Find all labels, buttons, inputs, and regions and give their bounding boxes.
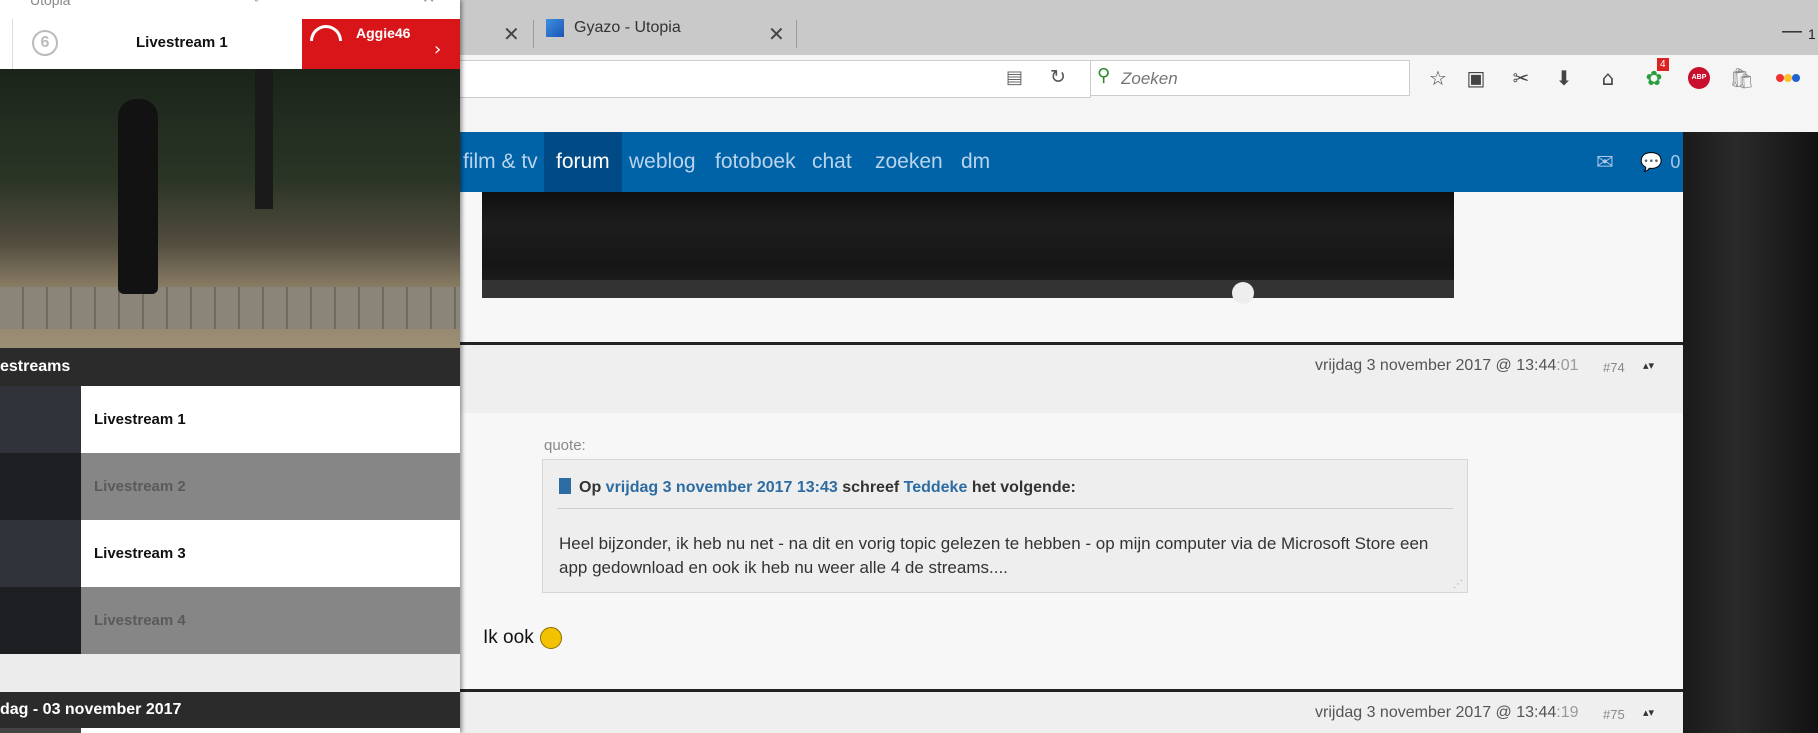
date-header-text: dag - 03 november 2017	[0, 701, 182, 718]
app-header: Utopia ⤢ ☐ ✕ 6 Livestream 1 Aggie46 ›	[0, 0, 460, 69]
video-scene-wall	[0, 287, 460, 329]
post-header: vrijdag 3 november 2017 @ 13:44:19 #75 ▴…	[440, 692, 1683, 733]
address-bar[interactable]: ▤ ↻	[440, 60, 1091, 98]
device-icon	[559, 478, 571, 494]
stream-label: Livestream 4	[94, 612, 186, 629]
nav-zoeken[interactable]: zoeken	[875, 132, 943, 192]
comments-link[interactable]: 💬 0	[1640, 132, 1680, 192]
color-dots-icon[interactable]	[1774, 64, 1802, 92]
nav-forum[interactable]: forum	[544, 132, 622, 192]
quote-divider	[557, 508, 1453, 509]
minimize-window-icon[interactable]: —	[1782, 20, 1802, 43]
smiley-icon	[539, 627, 562, 649]
resize-handle-icon[interactable]: ⋰	[1453, 579, 1463, 590]
tab-separator	[533, 20, 534, 48]
stream-item-4[interactable]: Livestream 4	[0, 587, 460, 654]
stream-label: Livestream 2	[94, 478, 186, 495]
post-nav-arrows-icon[interactable]: ▴▾	[1643, 359, 1654, 372]
stream-label: Livestream 3	[94, 545, 186, 562]
site-navigation: film & tv forum weblog fotoboek chat zoe…	[440, 132, 1683, 192]
header-divider	[12, 19, 13, 69]
post-date: vrijdag 3 november 2017 @ 13:44:19	[1315, 704, 1579, 721]
episode-row[interactable]	[81, 728, 460, 733]
adblock-label: ABP	[1688, 67, 1710, 89]
adblock-icon[interactable]: ABP	[1685, 64, 1713, 92]
window-hint: 1	[1808, 26, 1816, 42]
quote-label: quote:	[544, 437, 586, 454]
nav-dm[interactable]: dm	[961, 132, 990, 192]
date-header: dag - 03 november 2017	[0, 692, 460, 728]
home-icon[interactable]: ⌂	[1594, 64, 1622, 92]
comment-bubble-icon: 💬	[1640, 151, 1663, 173]
reload-icon[interactable]: ↻	[1050, 66, 1066, 88]
user-avatar-icon	[310, 25, 342, 41]
quote-body: Heel bijzonder, ik heb nu net - na dit e…	[559, 534, 1429, 577]
download-icon[interactable]: ⬇	[1550, 64, 1578, 92]
restore-icon[interactable]: ⤢	[254, 0, 264, 5]
nav-chat[interactable]: chat	[812, 132, 852, 192]
nav-weblog[interactable]: weblog	[629, 132, 696, 192]
screenshot-tool-icon[interactable]: ✂	[1507, 64, 1535, 92]
close-tab-icon[interactable]: ✕	[768, 22, 785, 46]
stream-item-2[interactable]: Livestream 2	[0, 453, 460, 520]
search-input[interactable]	[1119, 65, 1403, 93]
close-window-icon[interactable]: ✕	[422, 0, 435, 7]
channel-logo-icon[interactable]: 6	[32, 30, 58, 56]
quote-date-link[interactable]: vrijdag 3 november 2017 13:43	[606, 479, 838, 496]
maximize-icon[interactable]: ☐	[368, 0, 381, 4]
utopia-app-window: Utopia ⤢ ☐ ✕ 6 Livestream 1 Aggie46 › es…	[0, 0, 460, 733]
post-number[interactable]: #75	[1603, 707, 1625, 722]
quote-box: Op vrijdag 3 november 2017 13:43 schreef…	[542, 459, 1468, 593]
post-header: vrijdag 3 november 2017 @ 13:44:01 #74 ▴…	[440, 345, 1683, 413]
reader-view-icon[interactable]: ▤	[1006, 67, 1023, 88]
section-title: estreams	[0, 358, 71, 375]
user-name: Aggie46	[356, 25, 411, 41]
reading-list-icon[interactable]: ▣	[1462, 64, 1490, 92]
user-account-button[interactable]: Aggie46 ›	[302, 19, 460, 69]
nav-film-tv[interactable]: film & tv	[463, 132, 538, 192]
episode-thumbnail[interactable]	[0, 728, 81, 733]
chevron-right-icon: ›	[434, 39, 442, 60]
bookmark-star-icon[interactable]: ☆	[1424, 64, 1452, 92]
video-scene-person	[118, 99, 158, 294]
video-scrubber-handle[interactable]	[1232, 282, 1254, 304]
section-header: estreams	[0, 348, 460, 386]
mail-icon[interactable]: ✉	[1596, 132, 1614, 192]
quote-author-link[interactable]: Teddeke	[904, 479, 968, 496]
livestream-video[interactable]	[0, 69, 460, 348]
reply-text: Ik ook	[483, 627, 562, 649]
list-spacer	[0, 654, 460, 692]
stream-label: Livestream 1	[94, 411, 186, 428]
post-number[interactable]: #74	[1603, 360, 1625, 375]
stream-thumbnail	[0, 386, 81, 453]
search-box[interactable]: ⚲	[1090, 60, 1410, 96]
gyazo-favicon-icon	[546, 18, 564, 37]
video-controls-bar[interactable]	[482, 280, 1454, 304]
stream-item-1[interactable]: Livestream 1	[0, 386, 460, 453]
page-background-right	[1683, 132, 1818, 733]
post-date: vrijdag 3 november 2017 @ 13:44:01	[1315, 357, 1579, 374]
window-title: Utopia	[30, 0, 71, 8]
current-stream-title: Livestream 1	[136, 34, 228, 51]
tab-title: Gyazo - Utopia	[574, 18, 681, 36]
close-tab-icon[interactable]: ✕	[503, 22, 520, 46]
extension-icon[interactable]: ✿ 4	[1640, 58, 1669, 92]
video-scene-tree	[255, 69, 273, 209]
comments-count: 0	[1670, 151, 1681, 172]
post-nav-arrows-icon[interactable]: ▴▾	[1643, 706, 1654, 719]
stream-thumbnail	[0, 453, 81, 520]
search-icon: ⚲	[1097, 65, 1111, 86]
tab-separator	[796, 20, 797, 48]
shopping-bag-icon[interactable]: 🛍	[1728, 64, 1756, 92]
stream-thumbnail	[0, 520, 81, 587]
nav-fotoboek[interactable]: fotoboek	[715, 132, 796, 192]
quote-header: Op vrijdag 3 november 2017 13:43 schreef…	[559, 478, 1076, 497]
tab-gyazo[interactable]: Gyazo - Utopia	[546, 0, 681, 55]
stream-thumbnail	[0, 587, 81, 654]
stream-item-3[interactable]: Livestream 3	[0, 520, 460, 587]
notification-badge: 4	[1657, 58, 1669, 71]
